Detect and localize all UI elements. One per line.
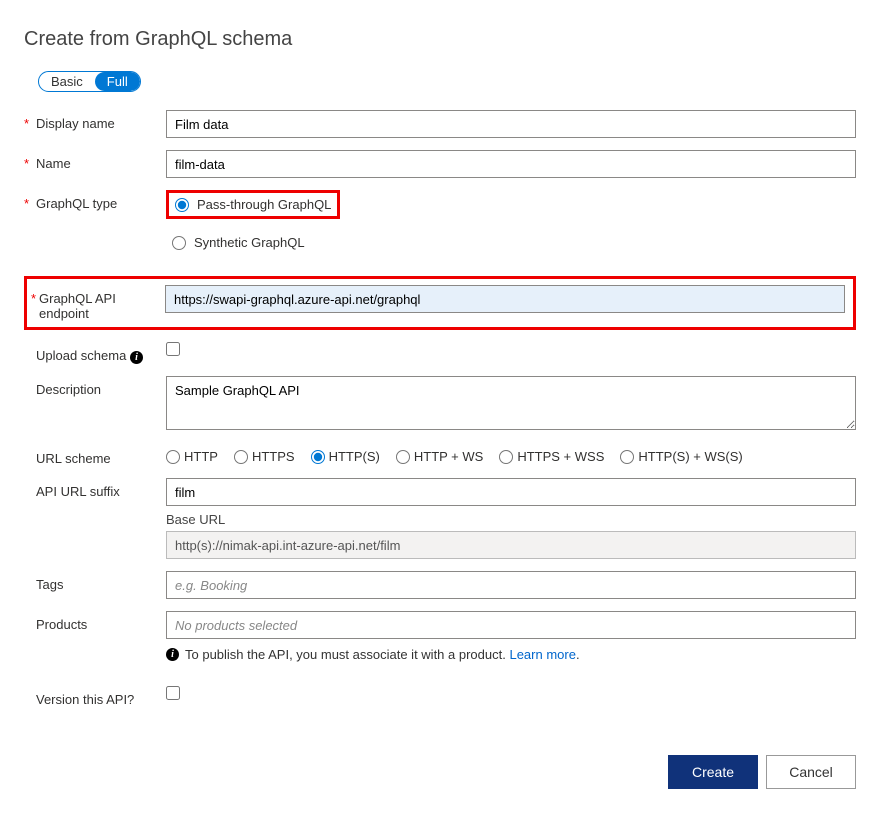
row-base-url: Base URL — [24, 512, 856, 559]
url-scheme-group: HTTP HTTPS HTTP(S) HTTP + WS HTTPS + WSS… — [166, 445, 856, 464]
required-marker: * — [24, 150, 36, 171]
row-upload-schema: Upload schema i — [24, 342, 856, 364]
row-products: Products No products selected i To publi… — [24, 611, 856, 662]
toggle-full[interactable]: Full — [95, 72, 140, 91]
url-scheme-option[interactable]: HTTP(S) — [311, 449, 380, 464]
label-products: Products — [36, 611, 166, 632]
description-input[interactable]: Sample GraphQL API — [166, 376, 856, 430]
url-scheme-option[interactable]: HTTPS — [234, 449, 295, 464]
radio-synthetic-label: Synthetic GraphQL — [194, 235, 305, 250]
version-checkbox[interactable] — [166, 686, 180, 700]
products-hint: i To publish the API, you must associate… — [166, 647, 856, 662]
products-input[interactable]: No products selected — [166, 611, 856, 639]
info-icon: i — [166, 648, 179, 661]
tags-input[interactable]: e.g. Booking — [166, 571, 856, 599]
row-description: Description Sample GraphQL API — [24, 376, 856, 433]
info-icon[interactable]: i — [130, 351, 143, 364]
highlight-endpoint: * GraphQL API endpoint — [24, 276, 856, 330]
api-url-suffix-input[interactable] — [166, 478, 856, 506]
basic-full-toggle[interactable]: Basic Full — [38, 71, 141, 92]
label-display-name: Display name — [36, 110, 166, 131]
radio-http-s[interactable] — [311, 450, 325, 464]
url-scheme-option[interactable]: HTTP — [166, 449, 218, 464]
label-upload-schema: Upload schema i — [36, 342, 166, 364]
base-url-display — [166, 531, 856, 559]
row-tags: Tags e.g. Booking — [24, 571, 856, 599]
radio-http-s-ws-s[interactable] — [620, 450, 634, 464]
label-tags: Tags — [36, 571, 166, 592]
label-description: Description — [36, 376, 166, 397]
radio-pass-through[interactable] — [175, 198, 189, 212]
required-marker: * — [27, 285, 39, 306]
radio-synthetic[interactable] — [172, 236, 186, 250]
learn-more-link[interactable]: Learn more — [509, 647, 575, 662]
url-scheme-option[interactable]: HTTP(S) + WS(S) — [620, 449, 742, 464]
row-api-url-suffix: API URL suffix — [24, 478, 856, 506]
radio-https[interactable] — [234, 450, 248, 464]
toggle-basic[interactable]: Basic — [39, 72, 95, 91]
required-marker: * — [24, 190, 36, 211]
row-url-scheme: URL scheme HTTP HTTPS HTTP(S) HTTP + WS … — [24, 445, 856, 466]
url-scheme-option[interactable]: HTTPS + WSS — [499, 449, 604, 464]
cancel-button[interactable]: Cancel — [766, 755, 856, 789]
row-name: * Name — [24, 150, 856, 178]
row-display-name: * Display name — [24, 110, 856, 138]
display-name-input[interactable] — [166, 110, 856, 138]
create-button[interactable]: Create — [668, 755, 758, 789]
label-api-url-suffix: API URL suffix — [36, 478, 166, 499]
radio-http-ws[interactable] — [396, 450, 410, 464]
hint-text: To publish the API, you must associate i… — [185, 647, 506, 662]
label-graphql-type: GraphQL type — [36, 190, 166, 211]
row-graphql-type: * GraphQL type Pass-through GraphQL — [24, 190, 856, 219]
label-url-scheme: URL scheme — [36, 445, 166, 466]
upload-schema-checkbox[interactable] — [166, 342, 180, 356]
radio-pass-through-label: Pass-through GraphQL — [197, 197, 331, 212]
row-version: Version this API? — [24, 686, 856, 707]
highlight-pass-through: Pass-through GraphQL — [166, 190, 340, 219]
radio-http[interactable] — [166, 450, 180, 464]
page-title: Create from GraphQL schema — [24, 28, 856, 51]
label-base-url: Base URL — [166, 512, 856, 527]
endpoint-input[interactable] — [165, 285, 845, 313]
row-graphql-type-synthetic: Synthetic GraphQL — [24, 231, 856, 254]
label-endpoint: GraphQL API endpoint — [39, 285, 165, 321]
footer-actions: Create Cancel — [24, 755, 856, 789]
url-scheme-option[interactable]: HTTP + WS — [396, 449, 483, 464]
label-version: Version this API? — [36, 686, 166, 707]
radio-https-wss[interactable] — [499, 450, 513, 464]
label-name: Name — [36, 150, 166, 171]
name-input[interactable] — [166, 150, 856, 178]
required-marker: * — [24, 110, 36, 131]
